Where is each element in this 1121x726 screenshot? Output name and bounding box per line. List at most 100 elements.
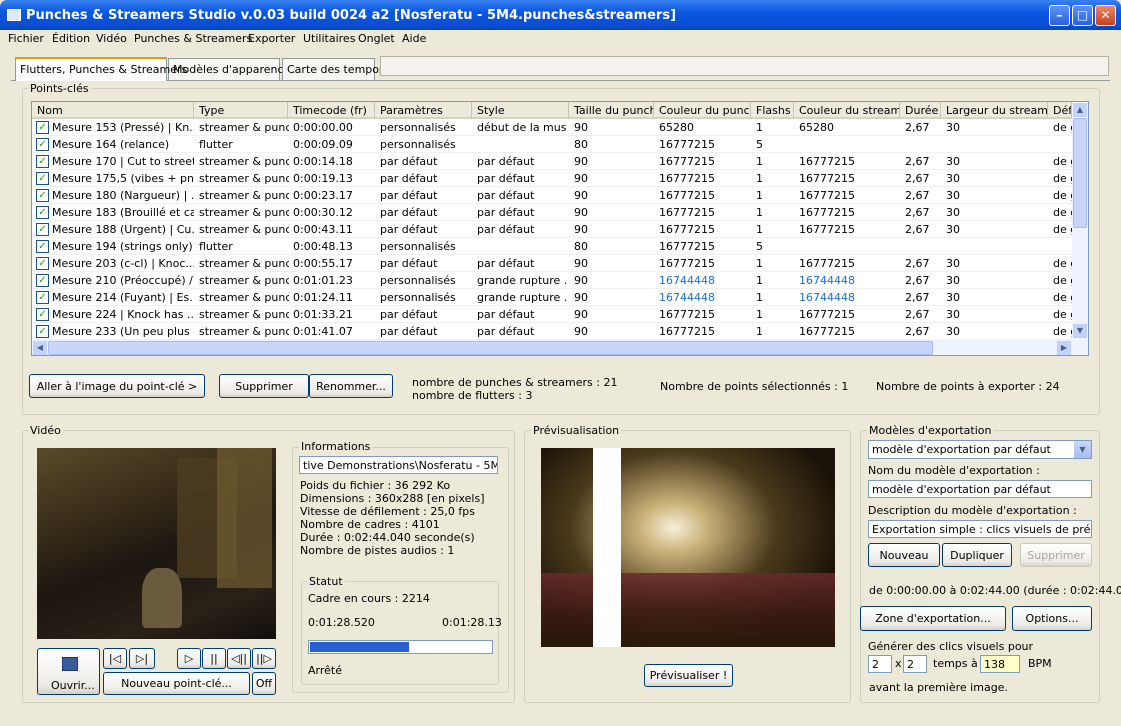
row-checkbox[interactable]: ✓ (36, 121, 49, 134)
row-checkbox[interactable]: ✓ (36, 155, 49, 168)
cell-style: par défaut (477, 155, 535, 168)
preview-button[interactable]: Prévisualiser ! (644, 664, 733, 687)
menu-onglet[interactable]: Onglet (358, 32, 395, 45)
step-forward-button[interactable]: ||▷ (252, 648, 276, 669)
horizontal-scrollbar[interactable]: ◀ ▶ (32, 340, 1088, 355)
bpm-field[interactable]: 138 (980, 655, 1020, 673)
cell-style: par défaut (477, 172, 535, 185)
chevron-down-icon[interactable]: ▼ (1074, 441, 1091, 458)
cell-duree: 2,67 (905, 274, 930, 287)
close-button[interactable]: ✕ (1095, 5, 1116, 26)
table-row[interactable]: ✓ Mesure 153 (Pressé) | Kn... streamer & p… (32, 119, 1073, 136)
col-flashs[interactable]: Flashs (751, 102, 794, 119)
measure-field[interactable]: 2 (903, 655, 927, 673)
table-row[interactable]: ✓ Mesure 175,5 (vibes + pno) streamer & pu… (32, 170, 1073, 187)
table-row[interactable]: ✓ Mesure 180 (Nargueur) | ... streamer & p… (32, 187, 1073, 204)
next-frame-button[interactable]: ▷| (129, 648, 155, 669)
tab-carte-tempos[interactable]: Carte des tempos (282, 58, 385, 80)
menu-punches-streamers[interactable]: Punches & Streamers (134, 32, 252, 45)
play-button[interactable]: ▷ (177, 648, 201, 669)
duplicate-model-button[interactable]: Dupliquer (942, 543, 1012, 567)
col-timecode[interactable]: Timecode (fr) (288, 102, 375, 119)
model-name-field[interactable]: modèle d'exportation par défaut (868, 480, 1092, 498)
cell-type: streamer & punch (199, 308, 289, 321)
table-row[interactable]: ✓ Mesure 214 (Fuyant) | Es... streamer & p… (32, 289, 1073, 306)
row-checkbox[interactable]: ✓ (36, 257, 49, 270)
row-checkbox[interactable]: ✓ (36, 172, 49, 185)
table-row[interactable]: ✓ Mesure 224 | Knock has ... streamer & pu… (32, 306, 1073, 323)
cell-style: par défaut (477, 325, 535, 338)
off-button[interactable]: Off (252, 672, 276, 695)
col-taille-punch[interactable]: Taille du punch (569, 102, 654, 119)
col-defi[interactable]: Défi (1048, 102, 1072, 119)
table-row[interactable]: ✓ Mesure 188 (Urgent) | Cu... streamer & p… (32, 221, 1073, 238)
scroll-down-icon[interactable]: ▼ (1073, 324, 1087, 338)
delete-model-button[interactable]: Supprimer (1020, 543, 1092, 567)
scroll-left-icon[interactable]: ◀ (33, 341, 47, 355)
cell-couleur: 16777215 (659, 155, 715, 168)
col-style[interactable]: Style (472, 102, 569, 119)
export-model-select[interactable]: modèle d'exportation par défaut ▼ (868, 440, 1092, 459)
table-row[interactable]: ✓ Mesure 170 | Cut to street streamer & pu… (32, 153, 1073, 170)
new-model-button[interactable]: Nouveau (868, 543, 940, 567)
menu-edition[interactable]: Édition (52, 32, 90, 45)
row-checkbox[interactable]: ✓ (36, 308, 49, 321)
menu-video[interactable]: Vidéo (96, 32, 127, 45)
col-duree[interactable]: Durée (900, 102, 941, 119)
cell-duree: 2,67 (905, 223, 930, 236)
col-type[interactable]: Type (194, 102, 288, 119)
menu-utilitaires[interactable]: Utilitaires (303, 32, 355, 45)
export-options-button[interactable]: Options... (1012, 606, 1092, 631)
row-checkbox[interactable]: ✓ (36, 291, 49, 304)
menu-aide[interactable]: Aide (402, 32, 426, 45)
horizontal-scroll-thumb[interactable] (48, 341, 933, 355)
file-path-field[interactable]: tive Demonstrations\Nosferatu - 5M4.avi (299, 456, 498, 474)
col-parametres[interactable]: Paramètres (375, 102, 472, 119)
minimize-button[interactable]: – (1049, 5, 1070, 26)
table-row[interactable]: ✓ Mesure 210 (Préoccupé) /!... streamer & … (32, 272, 1073, 289)
col-largeur-streamer[interactable]: Largeur du streamer (941, 102, 1048, 119)
table-row[interactable]: ✓Mesure 183 (Brouillé et cau... streamer … (32, 204, 1073, 221)
menu-exporter[interactable]: Exporter (248, 32, 295, 45)
open-video-button[interactable]: Ouvrir... (37, 648, 100, 695)
tab-flutters-punches-streamers[interactable]: Flutters, Punches & Streamers (15, 57, 187, 81)
scroll-right-icon[interactable]: ▶ (1057, 341, 1071, 355)
new-keypoint-button[interactable]: Nouveau point-clé... (103, 672, 250, 695)
table-row[interactable]: ✓ Mesure 164 (relance) flutter 0:00:09.09 pe… (32, 136, 1072, 153)
table-row[interactable]: ✓ Mesure 194 (strings only) flutter 0:00:48… (32, 238, 1072, 255)
col-couleur-punch[interactable]: Couleur du punch (654, 102, 751, 119)
cell-tc: 0:01:01.23 (293, 274, 353, 287)
delete-keypoint-button[interactable]: Supprimer (219, 374, 309, 398)
pause-button[interactable]: || (202, 648, 226, 669)
menu-fichier[interactable]: Fichier (8, 32, 44, 45)
model-description-field[interactable]: Exportation simple : clics visuels de pr… (868, 520, 1092, 538)
preview-frame (541, 448, 835, 647)
table-row[interactable]: ✓Mesure 233 (Un peu plus e... streamer & … (32, 323, 1073, 340)
row-checkbox[interactable]: ✓ (36, 240, 49, 253)
export-zone-button[interactable]: Zone d'exportation... (860, 606, 1006, 631)
title-bar[interactable]: Punches & Streamers Studio v.0.03 build … (0, 0, 1121, 30)
col-nom[interactable]: Nom (32, 102, 194, 119)
maximize-button[interactable]: □ (1072, 5, 1093, 26)
row-checkbox[interactable]: ✓ (36, 138, 49, 151)
row-checkbox[interactable]: ✓ (36, 325, 49, 338)
rename-keypoint-button[interactable]: Renommer... (309, 374, 393, 398)
vertical-scrollbar[interactable]: ▲ ▼ (1072, 102, 1088, 340)
table-row[interactable]: ✓ Mesure 203 (c-cl) | Knoc... streamer & p… (32, 255, 1073, 272)
row-checkbox[interactable]: ✓ (36, 223, 49, 236)
first-frame-button[interactable]: |◁ (103, 648, 127, 669)
count-flutters: nombre de flutters : 3 (412, 389, 533, 402)
export-range: de 0:00:00.00 à 0:02:44.00 (durée : 0:02… (869, 584, 1121, 597)
col-couleur-streamer[interactable]: Couleur du streamer (794, 102, 900, 119)
scroll-up-icon[interactable]: ▲ (1073, 103, 1087, 117)
row-checkbox[interactable]: ✓ (36, 189, 49, 202)
keypoints-table[interactable]: Nom Type Timecode (fr) Paramètres Style … (31, 101, 1089, 356)
beats-field[interactable]: 2 (868, 655, 892, 673)
cell-def (1053, 240, 1073, 254)
row-checkbox[interactable]: ✓ (36, 274, 49, 287)
goto-keypoint-button[interactable]: Aller à l'image du point-clé > (29, 374, 205, 398)
row-checkbox[interactable]: ✓ (36, 206, 49, 219)
vertical-scroll-thumb[interactable] (1073, 118, 1087, 228)
cell-style: par défaut (477, 308, 535, 321)
step-back-button[interactable]: ◁|| (227, 648, 251, 669)
